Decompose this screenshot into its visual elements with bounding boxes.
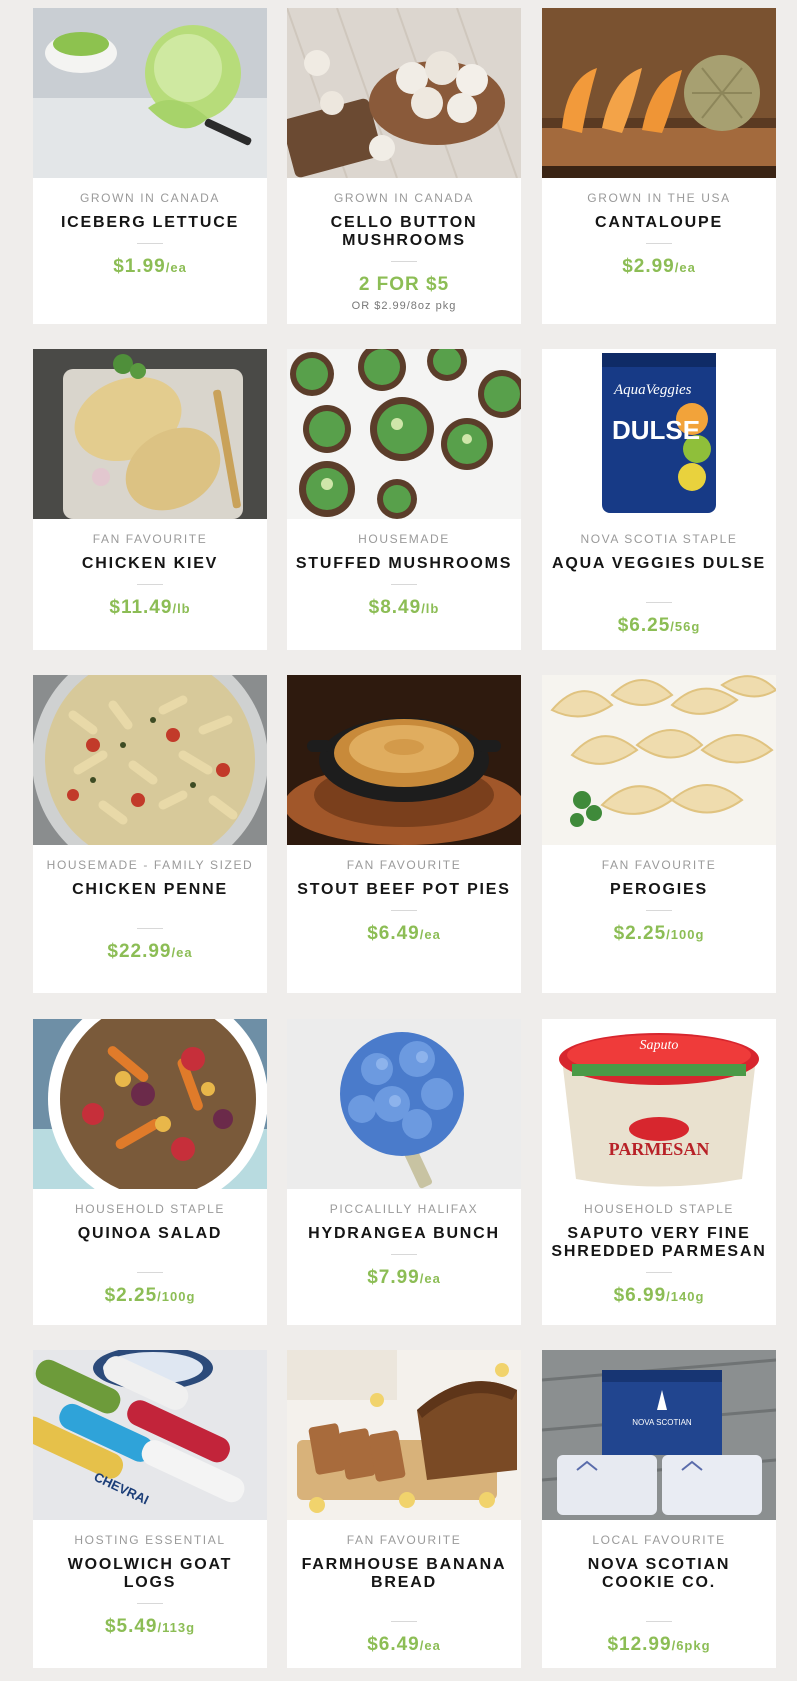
divider [137,584,163,585]
divider [391,261,417,262]
divider [391,1621,417,1622]
product-name[interactable]: QUINOA SALAD [40,1225,260,1243]
pot-pie-photo[interactable] [287,675,521,845]
product-origin: LOCAL FAVOURITE [592,1533,726,1547]
package-product-text: DULSE [612,415,700,445]
product-name[interactable]: FARMHOUSE BANANA BREAD [294,1556,514,1592]
product-card[interactable]: GROWN IN THE USA CANTALOUPE $2.99/ea [542,8,776,324]
product-price: $8.49/lb [368,597,440,618]
product-card[interactable]: GROWN IN CANADA ICEBERG LETTUCE $1.99/ea [33,8,267,324]
product-origin: HOUSEHOLD STAPLE [583,1202,735,1216]
product-origin: FAN FAVOURITE [92,532,208,546]
product-card[interactable]: HOUSEHOLD STAPLE QUINOA SALAD $2.25/100g [33,1019,267,1325]
iceberg-lettuce-photo[interactable] [33,8,267,178]
chicken-kiev-photo[interactable] [33,349,267,519]
divider [391,1254,417,1255]
product-card[interactable]: AquaVeggies DULSE NOVA SCOTIA STAPLE AQU… [542,349,776,650]
product-origin: HOUSEHOLD STAPLE [74,1202,226,1216]
package-brand-text: NOVA SCOTIAN [632,1418,692,1427]
stuffed-mushrooms-photo[interactable] [287,349,521,519]
product-name[interactable]: NOVA SCOTIAN COOKIE CO. [549,1556,769,1592]
divider [646,910,672,911]
product-price: $2.25/100g [104,1285,196,1306]
product-alt-price: OR $2.99/8oz pkg [351,300,457,312]
product-card[interactable]: FAN FAVOURITE CHICKEN KIEV $11.49/lb [33,349,267,650]
product-price: $22.99/ea [107,941,193,962]
product-price: $7.99/ea [367,1267,441,1288]
product-card[interactable]: HOUSEMADE - FAMILY SIZED CHICKEN PENNE $… [33,675,267,993]
product-price: $6.99/140g [613,1285,705,1306]
divider [137,928,163,929]
product-card[interactable]: GROWN IN CANADA CELLO BUTTON MUSHROOMS 2… [287,8,521,324]
divider [137,243,163,244]
product-origin: NOVA SCOTIA STAPLE [580,532,738,546]
product-card[interactable]: FAN FAVOURITE PEROGIES $2.25/100g [542,675,776,993]
product-card[interactable]: Saputo PARMESAN HOUSEHOLD STAPLE SAPUTO … [542,1019,776,1325]
product-origin: GROWN IN THE USA [587,191,731,205]
button-mushrooms-photo[interactable] [287,8,521,178]
chicken-penne-photo[interactable] [33,675,267,845]
perogies-photo[interactable] [542,675,776,845]
product-name[interactable]: HYDRANGEA BUNCH [294,1225,514,1243]
divider [646,602,672,603]
product-price: $6.49/ea [367,1634,441,1655]
cantaloupe-photo[interactable] [542,8,776,178]
divider [646,243,672,244]
product-origin: HOUSEMADE - FAMILY SIZED [46,858,254,872]
divider [646,1621,672,1622]
product-card[interactable]: NOVA SCOTIAN LOCAL FAVOURITE NOVA SCOTIA… [542,1350,776,1668]
product-card[interactable]: FAN FAVOURITE STOUT BEEF POT PIES $6.49/… [287,675,521,993]
product-card[interactable]: HOUSEMADE STUFFED MUSHROOMS $8.49/lb [287,349,521,650]
product-origin: FAN FAVOURITE [601,858,717,872]
product-price: $6.25/56g [617,615,701,636]
product-price: 2 FOR $5 [358,274,450,295]
product-name[interactable]: PEROGIES [549,881,769,899]
parmesan-tub-photo[interactable]: Saputo PARMESAN [542,1019,776,1189]
product-card[interactable]: PICCALILLY HALIFAX HYDRANGEA BUNCH $7.99… [287,1019,521,1325]
product-name[interactable]: STOUT BEEF POT PIES [294,881,514,899]
product-name[interactable]: CHICKEN KIEV [40,555,260,573]
package-brand-text: AquaVeggies [613,382,692,398]
product-price: $11.49/lb [109,597,191,618]
product-origin: GROWN IN CANADA [333,191,474,205]
goat-cheese-logs-photo[interactable]: CHEVRAI [33,1350,267,1520]
product-origin: FAN FAVOURITE [346,858,462,872]
product-name[interactable]: SAPUTO VERY FINE SHREDDED PARMESAN [549,1225,769,1261]
product-origin: HOUSEMADE [358,532,450,546]
product-name[interactable]: CHICKEN PENNE [40,881,260,899]
quinoa-salad-photo[interactable] [33,1019,267,1189]
product-name[interactable]: STUFFED MUSHROOMS [294,555,514,573]
package-brand-text: Saputo [640,1038,679,1053]
product-price: $12.99/6pkg [607,1634,711,1655]
product-price: $5.49/113g [104,1616,196,1637]
product-card[interactable]: FAN FAVOURITE FARMHOUSE BANANA BREAD $6.… [287,1350,521,1668]
divider [646,1272,672,1273]
product-name[interactable]: CANTALOUPE [549,214,769,232]
dulse-bag-photo[interactable]: AquaVeggies DULSE [542,349,776,519]
divider [137,1603,163,1604]
product-price: $2.99/ea [622,256,696,277]
cookie-box-photo[interactable]: NOVA SCOTIAN [542,1350,776,1520]
product-name[interactable]: WOOLWICH GOAT LOGS [40,1556,260,1592]
product-card[interactable]: CHEVRAI HOSTING ESSENTIAL WOOLWICH GOAT … [33,1350,267,1668]
product-origin: FAN FAVOURITE [346,1533,462,1547]
product-origin: PICCALILLY HALIFAX [329,1202,479,1216]
product-price: $1.99/ea [113,256,187,277]
product-origin: GROWN IN CANADA [79,191,220,205]
divider [391,910,417,911]
hydrangea-photo[interactable] [287,1019,521,1189]
product-name[interactable]: AQUA VEGGIES DULSE [549,555,769,573]
package-product-text: PARMESAN [609,1139,710,1159]
product-price: $2.25/100g [613,923,705,944]
product-name[interactable]: CELLO BUTTON MUSHROOMS [294,214,514,250]
divider [391,584,417,585]
banana-bread-photo[interactable] [287,1350,521,1520]
product-origin: HOSTING ESSENTIAL [74,1533,226,1547]
product-name[interactable]: ICEBERG LETTUCE [40,214,260,232]
product-price: $6.49/ea [367,923,441,944]
divider [137,1272,163,1273]
